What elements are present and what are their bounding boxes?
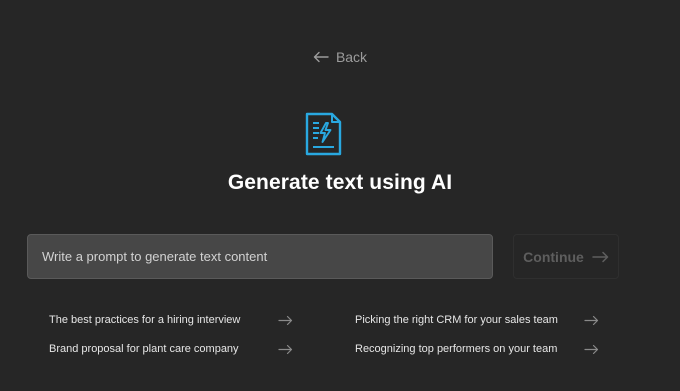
- ai-text-generator-page: Back Generate text using AI Continue The…: [0, 0, 680, 391]
- continue-label: Continue: [523, 248, 584, 265]
- arrow-right-icon: [592, 251, 609, 262]
- suggestion-item[interactable]: The best practices for a hiring intervie…: [49, 311, 293, 329]
- suggestion-label: Recognizing top performers on your team: [355, 343, 558, 355]
- page-title: Generate text using AI: [227, 171, 453, 194]
- suggestion-label: Picking the right CRM for your sales tea…: [355, 314, 558, 326]
- suggestion-label: The best practices for a hiring intervie…: [49, 314, 241, 326]
- suggestion-item[interactable]: Recognizing top performers on your team: [355, 340, 599, 358]
- arrow-left-icon: [313, 51, 329, 63]
- back-link[interactable]: Back: [0, 49, 680, 65]
- back-label: Back: [335, 49, 368, 65]
- continue-button[interactable]: Continue: [513, 234, 619, 279]
- arrow-right-icon: [278, 344, 293, 354]
- arrow-right-icon: [584, 315, 599, 325]
- suggestion-label: Brand proposal for plant care company: [49, 343, 239, 355]
- suggestion-item[interactable]: Brand proposal for plant care company: [49, 340, 293, 358]
- ai-document-icon: [305, 112, 342, 156]
- arrow-right-icon: [584, 344, 599, 354]
- suggestion-item[interactable]: Picking the right CRM for your sales tea…: [355, 311, 599, 329]
- arrow-right-icon: [278, 315, 293, 325]
- prompt-input[interactable]: [27, 234, 493, 279]
